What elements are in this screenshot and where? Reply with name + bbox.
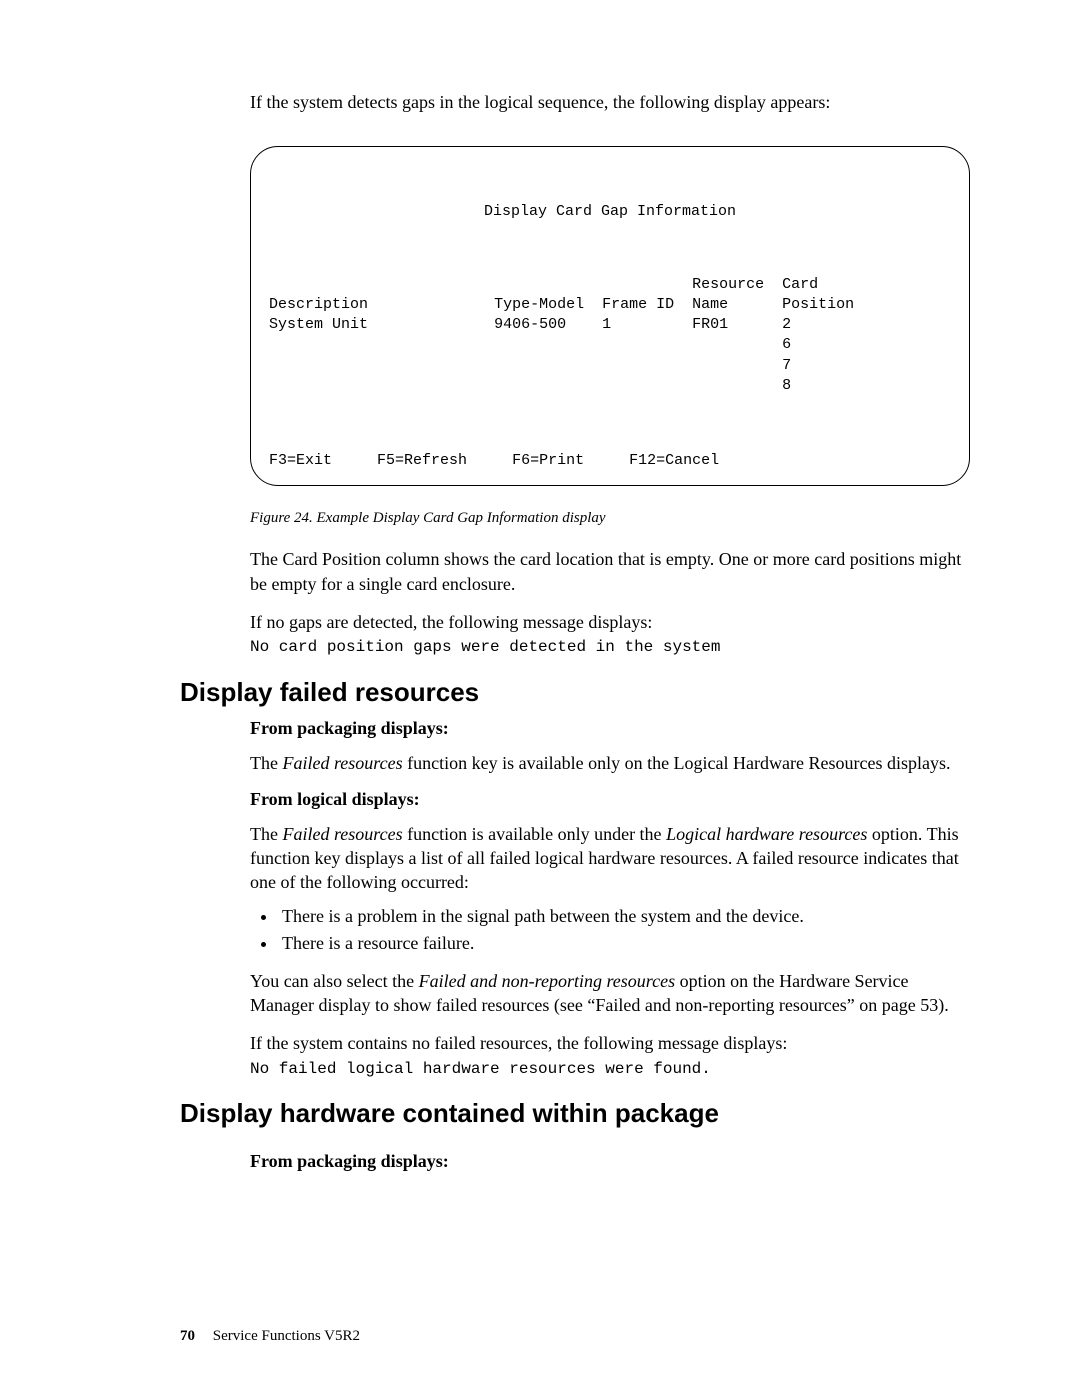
no-failed-message: No failed logical hardware resources wer…	[250, 1058, 970, 1080]
card-position-paragraph: The Card Position column shows the card …	[250, 547, 970, 596]
panel-body: Resource Card Description Type-Model Fra…	[269, 275, 951, 397]
no-gaps-message: No card position gaps were detected in t…	[250, 636, 970, 658]
subheading-from-packaging-2: From packaging displays:	[250, 1151, 970, 1172]
row-pos-1: 6	[782, 336, 791, 353]
footer-title: Service Functions V5R2	[213, 1328, 360, 1344]
list-item: There is a problem in the signal path be…	[278, 903, 970, 930]
failed-resources-logical-paragraph: The Failed resources function is availab…	[250, 822, 970, 895]
col-resource-a: Resource	[692, 276, 764, 293]
failed-resources-term-2: Failed resources	[282, 824, 402, 844]
row-description: System Unit	[269, 316, 368, 333]
col-resource-b: Name	[692, 296, 728, 313]
failed-causes-list: There is a problem in the signal path be…	[250, 903, 970, 957]
row-frame-id: 1	[602, 316, 611, 333]
heading-display-hardware-contained: Display hardware contained within packag…	[180, 1098, 970, 1129]
terminal-panel: Display Card Gap Information Resource Ca…	[250, 146, 970, 486]
fkey-f3: F3=Exit	[269, 452, 332, 469]
failed-resources-term-1: Failed resources	[282, 753, 402, 773]
subheading-from-packaging-1: From packaging displays:	[250, 718, 970, 739]
no-gaps-lead: If no gaps are detected, the following m…	[250, 610, 970, 634]
fkey-f5: F5=Refresh	[377, 452, 467, 469]
terminal-figure: Display Card Gap Information Resource Ca…	[250, 146, 970, 486]
heading-display-failed-resources: Display failed resources	[180, 677, 970, 708]
failed-resources-packaging-paragraph: The Failed resources function key is ava…	[250, 751, 970, 775]
panel-title: Display Card Gap Information	[269, 202, 951, 222]
failed-nonreporting-paragraph: You can also select the Failed and non-r…	[250, 969, 970, 1018]
intro-paragraph: If the system detects gaps in the logica…	[250, 90, 970, 114]
page-number: 70	[180, 1328, 195, 1344]
fkey-f6: F6=Print	[512, 452, 584, 469]
col-description: Description	[269, 296, 368, 313]
col-card-b: Position	[782, 296, 854, 313]
row-pos-2: 7	[782, 357, 791, 374]
row-resource-name: FR01	[692, 316, 728, 333]
panel-fkeys: F3=Exit F5=Refresh F6=Print F12=Cancel	[269, 451, 951, 471]
page: If the system detects gaps in the logica…	[0, 0, 1080, 1244]
row-pos-3: 8	[782, 377, 791, 394]
col-frame-id: Frame ID	[602, 296, 674, 313]
no-failed-lead: If the system contains no failed resourc…	[250, 1031, 970, 1055]
col-type-model: Type-Model	[494, 296, 584, 313]
col-card-a: Card	[782, 276, 818, 293]
list-item: There is a resource failure.	[278, 930, 970, 957]
failed-nonreporting-term: Failed and non-reporting resources	[419, 971, 675, 991]
figure-caption: Figure 24. Example Display Card Gap Info…	[250, 510, 970, 527]
fkey-f12: F12=Cancel	[629, 452, 719, 469]
page-footer: 70 Service Functions V5R2	[180, 1328, 360, 1345]
subheading-from-logical: From logical displays:	[250, 789, 970, 810]
row-pos-0: 2	[782, 316, 791, 333]
logical-hardware-resources-term: Logical hardware resources	[666, 824, 867, 844]
row-type-model: 9406-500	[494, 316, 566, 333]
